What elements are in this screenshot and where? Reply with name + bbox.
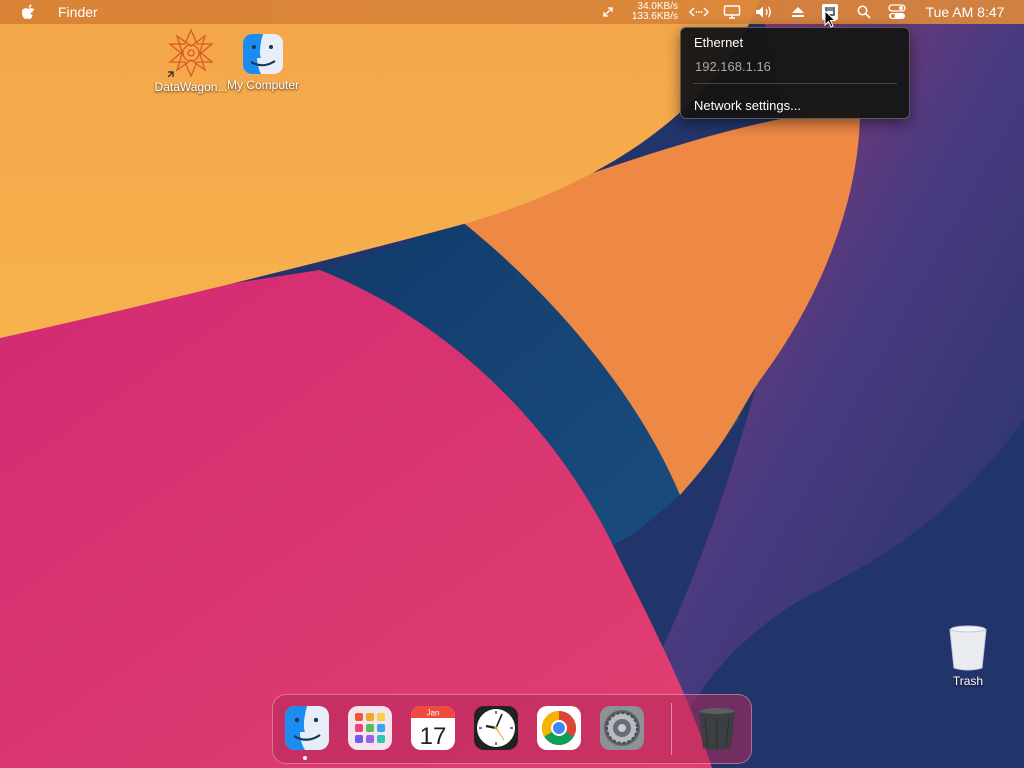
network-speed[interactable]: 34.0KB/s 133.6KB/s (620, 0, 678, 24)
network-menu-title: Ethernet (694, 35, 744, 50)
desktop-icon-label: My Computer (226, 78, 300, 92)
search-icon[interactable] (853, 0, 875, 24)
desktop-icon-trash[interactable]: Trash (928, 624, 1008, 688)
display-icon[interactable] (721, 0, 743, 24)
download-speed: 133.6KB/s (631, 11, 678, 22)
dock-calendar[interactable]: Jan 17 (409, 704, 457, 752)
apple-icon (22, 4, 35, 19)
dock-separator (671, 703, 672, 755)
dock-chrome[interactable] (535, 704, 583, 752)
menu-separator (693, 83, 897, 84)
volume-icon[interactable] (753, 0, 775, 24)
dock-system-settings[interactable] (598, 704, 646, 752)
finder-icon (243, 34, 283, 74)
network-arrows-icon[interactable] (688, 0, 710, 24)
calendar-month: Jan (427, 709, 440, 718)
mouse-cursor (824, 10, 837, 28)
desktop-icon-label: DataWagon... (154, 80, 228, 94)
desktop-icon-my-computer[interactable]: My Computer (223, 32, 303, 92)
dock: Jan 17 (272, 694, 752, 764)
desktop-icon-datawagon[interactable]: DataWagon... (151, 28, 231, 94)
clock-icon (474, 706, 518, 750)
trash-icon (699, 708, 735, 750)
datawagon-icon (167, 28, 214, 78)
launchpad-icon (348, 706, 392, 750)
dock-clock[interactable] (472, 704, 520, 752)
menubar-clock[interactable]: Tue AM 8:47 (920, 0, 1010, 24)
trash-icon (949, 625, 987, 671)
share-arrows-icon[interactable] (597, 0, 619, 24)
running-indicator (303, 756, 307, 760)
network-menu: Ethernet 192.168.1.16 Network settings..… (680, 27, 910, 119)
calendar-icon: Jan 17 (411, 706, 455, 750)
menu-bar: Finder 34.0KB/s 133.6KB/s Tue AM 8:47 (0, 0, 1024, 24)
dock-launchpad[interactable] (346, 704, 394, 752)
chrome-icon (537, 706, 581, 750)
dock-trash[interactable] (693, 704, 741, 752)
network-settings-item[interactable]: Network settings... (694, 98, 801, 113)
ip-address: 192.168.1.16 (695, 59, 771, 74)
calendar-day: 17 (420, 723, 447, 750)
control-center-icon[interactable] (886, 0, 908, 24)
apple-menu[interactable] (18, 0, 40, 24)
dock-finder[interactable] (283, 704, 331, 752)
settings-icon (600, 706, 644, 750)
finder-icon (285, 706, 329, 750)
eject-icon[interactable] (787, 0, 809, 24)
app-menu-finder[interactable]: Finder (58, 0, 98, 24)
desktop-icon-label: Trash (952, 674, 984, 688)
